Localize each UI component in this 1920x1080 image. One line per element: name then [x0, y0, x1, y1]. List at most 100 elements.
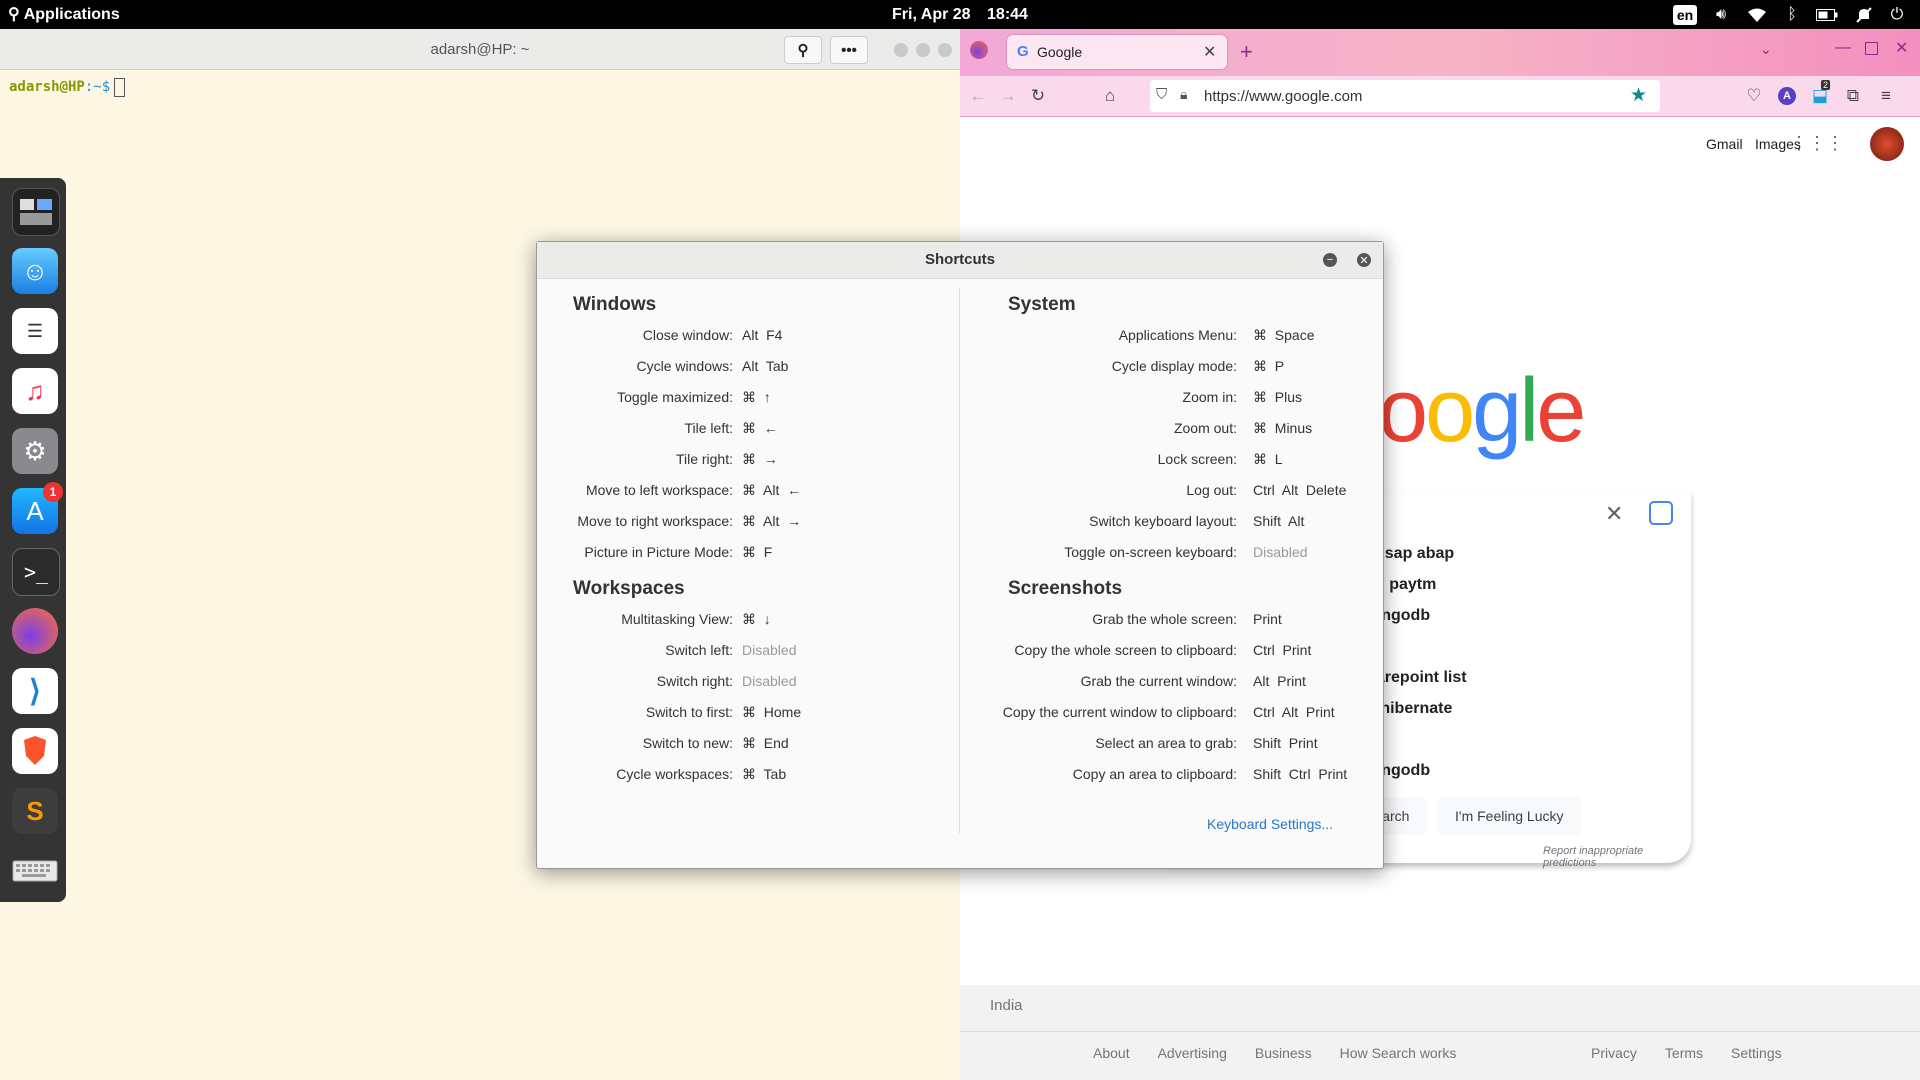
terms-link[interactable]: Terms — [1665, 1045, 1703, 1061]
keyboard-language-indicator[interactable]: en — [1673, 5, 1697, 25]
notifications-off-icon[interactable] — [1853, 4, 1875, 26]
clock[interactable]: Fri, Apr 28 18:44 — [0, 0, 1920, 29]
settings-link[interactable]: Settings — [1731, 1045, 1782, 1061]
shortcut-keys[interactable]: ⌘ Plus — [1253, 389, 1302, 406]
shortcut-row: Zoom in: ⌘ Plus — [537, 389, 1383, 420]
firefox-view-icon[interactable] — [970, 41, 988, 59]
screenshots-heading: Screenshots — [1008, 578, 1123, 599]
feeling-lucky-button[interactable]: I'm Feeling Lucky — [1438, 797, 1581, 835]
shortcut-keys[interactable]: ⌘ L — [1253, 451, 1283, 468]
close-button[interactable] — [938, 43, 952, 57]
minimize-icon[interactable]: − — [1323, 253, 1337, 267]
bluetooth-icon[interactable]: ᛒ — [1781, 4, 1803, 26]
finder-icon[interactable]: ☺ — [12, 248, 58, 294]
shortcut-keys[interactable]: ⌘ Minus — [1253, 420, 1312, 437]
app-store-icon[interactable]: A 1 — [12, 482, 63, 534]
shortcut-keys[interactable]: Disabled — [1253, 544, 1307, 560]
close-window-icon[interactable]: ✕ — [1895, 38, 1908, 58]
url-bar[interactable]: ⛉ 🔒︎ https://www.google.com ★ — [1150, 80, 1660, 112]
tab-bar: G Google ✕ + ⌄ — ✕ — [960, 29, 1920, 76]
gmail-link[interactable]: Gmail — [1706, 136, 1743, 152]
shortcut-keys[interactable]: Print — [1253, 611, 1282, 627]
footer-divider — [960, 1031, 1920, 1032]
close-icon[interactable]: ✕ — [1357, 253, 1371, 267]
reload-icon[interactable]: ↻ — [1024, 82, 1052, 110]
forward-icon[interactable]: → — [994, 82, 1022, 110]
shortcut-label: Grab the whole screen: — [1092, 611, 1237, 627]
wifi-icon[interactable] — [1746, 4, 1768, 26]
volume-icon[interactable]: 🔊︎ — [1710, 4, 1732, 26]
music-icon[interactable]: ♫ — [12, 368, 58, 414]
terminal-icon[interactable]: >_ — [12, 548, 60, 596]
shortcut-keys[interactable]: Ctrl Alt Delete — [1253, 482, 1346, 498]
profile-avatar[interactable] — [1870, 127, 1904, 161]
how-search-works-link[interactable]: How Search works — [1340, 1045, 1457, 1061]
maximize-button[interactable] — [916, 43, 930, 57]
account-icon[interactable]: A — [1773, 82, 1801, 110]
tab-google[interactable]: G Google ✕ — [1007, 35, 1227, 69]
shortcut-keys[interactable]: Alt Print — [1253, 673, 1306, 689]
more-icon: ••• — [841, 41, 857, 59]
system-settings-icon[interactable]: ⚙ — [12, 428, 58, 474]
keyboard-settings-link[interactable]: Keyboard Settings... — [1207, 816, 1333, 832]
extension-icon[interactable]: ⬓ 2 — [1806, 80, 1834, 110]
brave-icon[interactable] — [12, 728, 58, 774]
pocket-icon[interactable]: ♡ — [1740, 82, 1768, 110]
shortcut-label: Zoom in: — [1182, 389, 1237, 405]
sublime-text-icon[interactable]: S — [12, 788, 58, 834]
home-icon[interactable]: ⌂ — [1096, 82, 1124, 110]
shortcut-label: Toggle on-screen keyboard: — [1064, 544, 1237, 560]
shortcut-keys[interactable]: Ctrl Print — [1253, 642, 1311, 658]
shortcut-row: Copy the current window to clipboard: Ctr… — [537, 704, 1383, 735]
url-text: https://www.google.com — [1204, 88, 1363, 105]
business-link[interactable]: Business — [1255, 1045, 1312, 1061]
terminal-prompt[interactable]: adarsh@HP:~$ — [9, 69, 126, 105]
minimize-button[interactable] — [894, 43, 908, 57]
hamburger-menu-icon[interactable]: ≡ — [1872, 82, 1900, 110]
shortcut-keys[interactable]: ⌘ P — [1253, 358, 1284, 375]
shortcut-label: Cycle display mode: — [1111, 358, 1237, 374]
country-label: India — [990, 997, 1023, 1014]
privacy-link[interactable]: Privacy — [1591, 1045, 1637, 1061]
shortcut-row: Cycle display mode: ⌘ P — [537, 358, 1383, 389]
maximize-icon[interactable] — [1865, 42, 1878, 55]
prompt-user: adarsh@HP — [9, 79, 85, 95]
google-footer: India About Advertising Business How Sea… — [960, 985, 1920, 1080]
shield-icon[interactable]: ⛉ — [1156, 86, 1167, 103]
minimize-icon[interactable]: — — [1835, 39, 1851, 57]
lock-icon[interactable]: 🔒︎ — [1180, 86, 1187, 103]
battery-icon[interactable] — [1816, 4, 1838, 26]
google-apps-icon[interactable]: ⋮⋮⋮ — [1790, 133, 1844, 154]
firefox-icon[interactable] — [12, 608, 58, 654]
onscreen-keyboard-icon[interactable] — [12, 848, 58, 894]
advertising-link[interactable]: Advertising — [1158, 1045, 1227, 1061]
shortcut-row: Grab the current window: Alt Print — [537, 673, 1383, 704]
list-tabs-icon[interactable]: ⌄ — [1760, 41, 1772, 58]
shortcut-keys[interactable]: ⌘ Space — [1253, 327, 1314, 344]
terminal-cursor — [114, 77, 126, 97]
shortcut-keys[interactable]: Shift Alt — [1253, 513, 1304, 529]
dialog-title: Shortcuts — [924, 251, 995, 268]
terminal-search-button[interactable]: ⚲ — [784, 36, 822, 64]
windows-heading: Windows — [573, 294, 657, 315]
shortcut-row: Toggle on-screen keyboard: Disabled — [537, 544, 1383, 575]
shortcut-keys[interactable]: Ctrl Alt Print — [1253, 704, 1335, 720]
shortcut-keys[interactable]: Shift Ctrl Print — [1253, 766, 1347, 782]
shortcut-keys[interactable]: Shift Print — [1253, 735, 1318, 751]
vscode-icon[interactable]: ⟩ — [12, 668, 58, 714]
new-tab-icon[interactable]: + — [1240, 39, 1253, 65]
shortcuts-dialog: Shortcuts − ✕ Windows Close window: Alt F… — [536, 241, 1384, 869]
about-link[interactable]: About — [1093, 1045, 1130, 1061]
back-icon[interactable]: ← — [964, 82, 992, 110]
terminal-menu-button[interactable]: ••• — [830, 36, 868, 64]
shortcut-row: Select an area to grab: Shift Print — [537, 735, 1383, 766]
clear-search-icon[interactable]: ✕ — [1605, 501, 1623, 527]
power-icon[interactable]: ⏻ — [1886, 4, 1908, 26]
close-tab-icon[interactable]: ✕ — [1203, 42, 1216, 62]
google-lens-icon[interactable] — [1649, 501, 1673, 525]
multitasking-view-icon[interactable] — [12, 188, 60, 236]
extensions-puzzle-icon[interactable]: ⧉ — [1839, 82, 1867, 110]
report-predictions-link[interactable]: Report inappropriate predictions — [1543, 845, 1691, 869]
reminders-icon[interactable]: ☰ — [12, 308, 58, 354]
bookmark-star-icon[interactable]: ★ — [1630, 84, 1647, 107]
